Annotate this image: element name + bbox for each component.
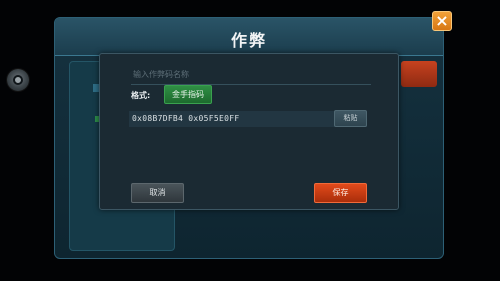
add-cheat-dialog: 格式: 金手指码 0x08B7DFB4 0x05F5E0FF 粘贴 取消 保存 [99,53,399,210]
camera-icon[interactable] [7,69,29,91]
save-button[interactable]: 保存 [314,183,367,203]
add-cheat-button[interactable] [401,61,437,87]
camera-lens [13,75,23,85]
paste-button[interactable]: 粘贴 [334,110,367,127]
format-select-button[interactable]: 金手指码 [164,85,212,104]
cancel-button[interactable]: 取消 [131,183,184,203]
close-button[interactable]: × [432,11,452,31]
cheat-code-value: 0x08B7DFB4 0x05F5E0FF [132,114,240,123]
emulator-screen: 作弊 × 格式: 金手指码 0x08B7DFB4 0x05F5E0FF 粘贴 取… [0,0,500,281]
format-label: 格式: [131,91,151,100]
cheat-name-input[interactable] [131,64,371,85]
window-title: 作弊 [230,31,267,50]
close-icon: × [435,11,449,30]
window-header: 作弊 [55,18,443,56]
